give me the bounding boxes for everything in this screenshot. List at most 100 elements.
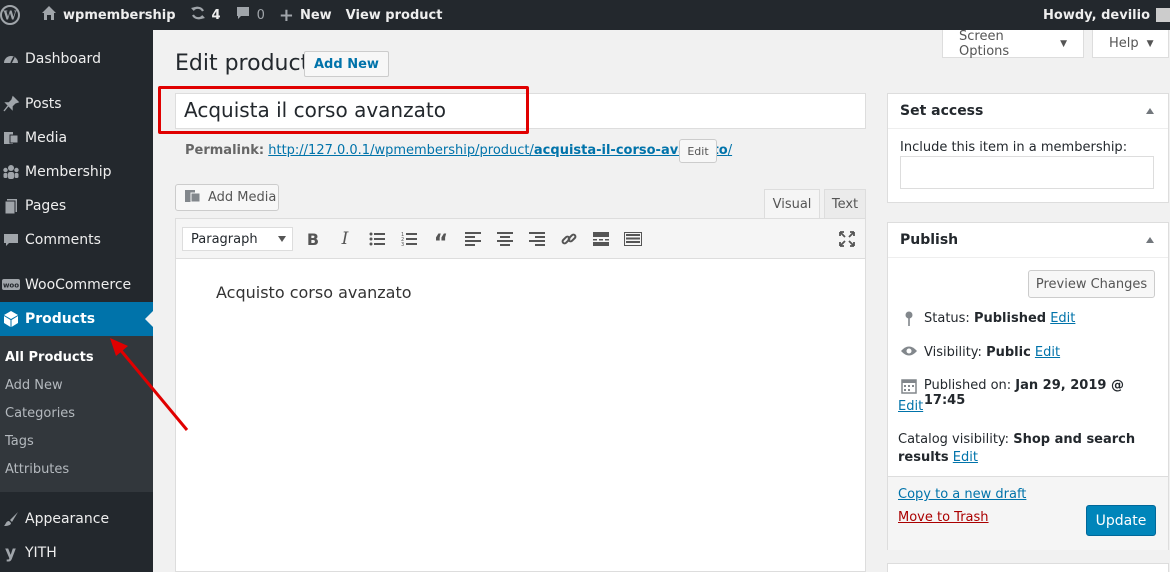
set-access-header[interactable]: Set access [888, 94, 1168, 129]
quote-icon: “ [433, 230, 449, 256]
view-product-link[interactable]: View product [339, 0, 450, 30]
membership-label: Include this item in a membership: [900, 140, 1128, 155]
tab-text[interactable]: Text [824, 189, 866, 218]
admin-bar: W wpmembership 4 0 + New View product Ho… [0, 0, 1170, 30]
visibility-label: Visibility: [924, 345, 982, 360]
permalink-end: / [727, 143, 733, 158]
link-icon [561, 233, 577, 245]
publish-header[interactable]: Publish [888, 223, 1168, 258]
published-edit-link[interactable]: Edit [898, 399, 923, 414]
toolbar-toggle-button[interactable] [622, 228, 644, 250]
insert-link-button[interactable] [558, 228, 580, 250]
add-media-icon [184, 188, 202, 208]
help-button[interactable]: Help ▼ [1092, 30, 1169, 58]
plus-icon: + [278, 4, 294, 26]
sidebar-item-pages[interactable]: Pages [0, 189, 153, 223]
align-center-button[interactable] [494, 228, 516, 250]
permalink: Permalink: http://127.0.0.1/wpmembership… [185, 143, 732, 158]
brush-icon [0, 510, 25, 528]
sidebar-item-dashboard[interactable]: Dashboard [0, 42, 153, 76]
chevron-down-icon [278, 236, 286, 242]
page-title: Edit product [175, 51, 310, 76]
update-button[interactable]: Update [1086, 505, 1156, 536]
sidebar-item-posts[interactable]: Posts [0, 87, 153, 121]
comments-count: 0 [256, 7, 265, 23]
editor-content[interactable]: Acquisto corso avanzato [216, 283, 412, 302]
sidebar-item-yith[interactable]: y YITH [0, 536, 153, 570]
screen-options-button[interactable]: Screen Options ▼ [942, 28, 1084, 59]
format-select[interactable]: Paragraph [182, 227, 293, 251]
permalink-link[interactable]: http://127.0.0.1/wpmembership/product/ac… [268, 143, 732, 158]
permalink-edit-button[interactable]: Edit [679, 139, 717, 163]
bold-button[interactable]: B [302, 228, 324, 250]
collapse-arrow-icon[interactable] [1146, 237, 1154, 243]
align-left-button[interactable] [462, 228, 484, 250]
submenu-categories[interactable]: Categories [5, 406, 75, 421]
pin-icon [900, 311, 918, 327]
align-left-icon [465, 232, 481, 246]
comments-link[interactable]: 0 [228, 0, 272, 30]
sidebar-item-comments[interactable]: Comments [0, 223, 153, 257]
distraction-free-button[interactable] [836, 228, 858, 250]
read-more-button[interactable] [590, 228, 612, 250]
membership-select-input[interactable] [900, 156, 1154, 189]
add-media-button[interactable]: Add Media [175, 184, 279, 211]
collapse-arrow-icon[interactable] [1146, 108, 1154, 114]
comment-icon [0, 231, 25, 249]
catalog-visibility-row: Catalog visibility: Shop and search resu… [898, 431, 1135, 467]
site-name: wpmembership [63, 7, 176, 23]
bullet-list-button[interactable] [366, 228, 388, 250]
yith-icon: y [4, 543, 17, 563]
blockquote-button[interactable]: “ [430, 228, 452, 256]
screen-options-label: Screen Options [959, 28, 1010, 59]
sidebar-item-label: Dashboard [25, 51, 101, 67]
visibility-row: Visibility: Public Edit [900, 345, 1060, 360]
catalog-edit-link[interactable]: Edit [953, 450, 978, 465]
site-name-link[interactable]: wpmembership [27, 0, 183, 30]
visibility-edit-link[interactable]: Edit [1035, 345, 1060, 360]
numbered-list-button[interactable]: 123 [398, 228, 420, 250]
sidebar-item-woocommerce[interactable]: woo WooCommerce [0, 268, 153, 302]
sidebar-item-label: Membership [25, 164, 112, 180]
add-new-button[interactable]: Add New [304, 51, 389, 77]
sidebar-item-membership[interactable]: Membership [0, 155, 153, 189]
italic-button[interactable]: I [334, 228, 356, 250]
wordpress-logo-icon[interactable]: W [0, 0, 27, 30]
editor-body[interactable]: Acquisto corso avanzato [175, 259, 866, 572]
submenu-all-products[interactable]: All Products [5, 350, 94, 365]
align-right-button[interactable] [526, 228, 548, 250]
sidebar-item-label: YITH [25, 545, 57, 561]
visibility-value: Public [986, 345, 1031, 360]
sidebar-item-products[interactable]: Products [0, 302, 153, 336]
publish-title: Publish [900, 232, 959, 248]
sidebar-item-label: Products [25, 311, 96, 327]
groups-icon [0, 163, 25, 181]
bullet-list-icon [369, 232, 385, 246]
my-account-link[interactable]: Howdy, devilio [1036, 0, 1170, 30]
new-content-link[interactable]: + New [272, 0, 339, 30]
published-label: Published on: [923, 378, 1012, 393]
fullscreen-icon [839, 231, 855, 247]
submenu-add-new[interactable]: Add New [5, 378, 63, 393]
move-to-trash-link[interactable]: Move to Trash [898, 510, 989, 525]
submenu-tags[interactable]: Tags [5, 434, 34, 449]
status-value: Published [973, 311, 1047, 326]
add-media-label: Add Media [208, 190, 277, 205]
status-edit-link[interactable]: Edit [1050, 311, 1075, 326]
sidebar-item-media[interactable]: Media [0, 121, 153, 155]
preview-changes-button[interactable]: Preview Changes [1028, 270, 1155, 298]
sidebar-item-label: Appearance [25, 511, 110, 527]
woo-icon: woo [0, 278, 25, 292]
status-label: Status: [924, 311, 970, 326]
avatar [1156, 8, 1170, 22]
publish-box: Publish Preview Changes Status: Publishe… [887, 222, 1169, 550]
tab-visual[interactable]: Visual [764, 189, 820, 218]
copy-to-draft-link[interactable]: Copy to a new draft [898, 487, 1026, 502]
sidebar-item-label: WooCommerce [25, 277, 132, 293]
comment-bubble-icon [235, 5, 251, 25]
submenu-attributes[interactable]: Attributes [5, 462, 69, 477]
updates-link[interactable]: 4 [183, 0, 228, 30]
updates-count: 4 [211, 7, 221, 23]
set-access-box: Set access Include this item in a member… [887, 93, 1169, 203]
sidebar-item-appearance[interactable]: Appearance [0, 502, 153, 536]
